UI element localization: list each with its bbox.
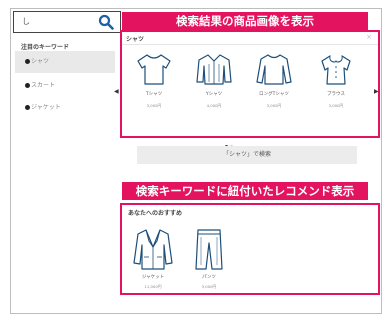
recommend-card-jacket[interactable]: ジャケット 11,000円: [128, 227, 178, 290]
recommend-panel: あなたへのおすすめ ジャケット 11,000円 パンツ 3,000円: [120, 203, 380, 295]
recommend-title: あなたへのおすすめ: [128, 210, 183, 217]
keyword-item-shirt[interactable]: シャツ: [15, 51, 115, 73]
pants-icon: [195, 229, 223, 270]
divider: [122, 44, 378, 45]
product-name: ブラウス: [327, 92, 345, 97]
bullet-icon: [25, 105, 30, 110]
annotation-banner-results: 検索結果の商品画像を表示: [122, 12, 368, 30]
product-card-tshirt[interactable]: Tシャツ 3,000円: [128, 52, 180, 109]
carousel-prev-icon[interactable]: ◀: [114, 88, 119, 95]
annotation-banner-recommend: 検索キーワードに紐付いたレコメンド表示: [122, 182, 368, 200]
bullet-icon: [25, 59, 30, 64]
product-card-dress-shirt[interactable]: Yシャツ 4,000円: [188, 52, 240, 109]
product-card-long-tshirt[interactable]: ロングTシャツ 3,000円: [248, 52, 300, 109]
search-keyword-button[interactable]: 「シャツ」で検索: [137, 146, 357, 164]
tshirt-icon: [137, 54, 171, 85]
product-price: 3,000円: [146, 103, 162, 108]
keyword-item-skirt[interactable]: スカート: [15, 75, 115, 97]
bullet-icon: [25, 83, 30, 88]
product-name: ジャケット: [141, 275, 165, 280]
search-results-panel: シャツ × Tシャツ 3,000円 Yシャツ 4,000円 ロングTシャツ 3,…: [120, 30, 380, 148]
product-price: 3,000円: [328, 103, 344, 108]
results-title: シャツ: [126, 36, 145, 43]
blouse-icon: [321, 55, 351, 85]
close-icon[interactable]: ×: [366, 33, 372, 41]
product-price: 3,000円: [266, 103, 282, 108]
search-icon[interactable]: [98, 14, 114, 30]
long-tshirt-icon: [256, 54, 292, 85]
keyword-panel-title: 注目のキーワード: [21, 44, 70, 51]
product-price: 3,000円: [201, 284, 217, 289]
product-name: パンツ: [202, 275, 216, 280]
dress-shirt-icon: [196, 54, 232, 85]
product-price: 4,000円: [206, 103, 222, 108]
recommend-card-pants[interactable]: パンツ 3,000円: [184, 227, 234, 290]
product-price: 11,000円: [144, 284, 162, 289]
search-box[interactable]: し: [13, 11, 121, 33]
carousel-next-icon[interactable]: ▶: [374, 88, 379, 95]
keyword-item-jacket[interactable]: ジャケット: [15, 97, 115, 119]
product-name: Yシャツ: [205, 92, 223, 97]
search-input[interactable]: し: [22, 16, 30, 27]
product-name: Tシャツ: [145, 92, 163, 97]
product-name: ロングTシャツ: [259, 92, 289, 97]
product-card-blouse[interactable]: ブラウス 3,000円: [310, 52, 362, 109]
jacket-icon: [133, 229, 173, 270]
